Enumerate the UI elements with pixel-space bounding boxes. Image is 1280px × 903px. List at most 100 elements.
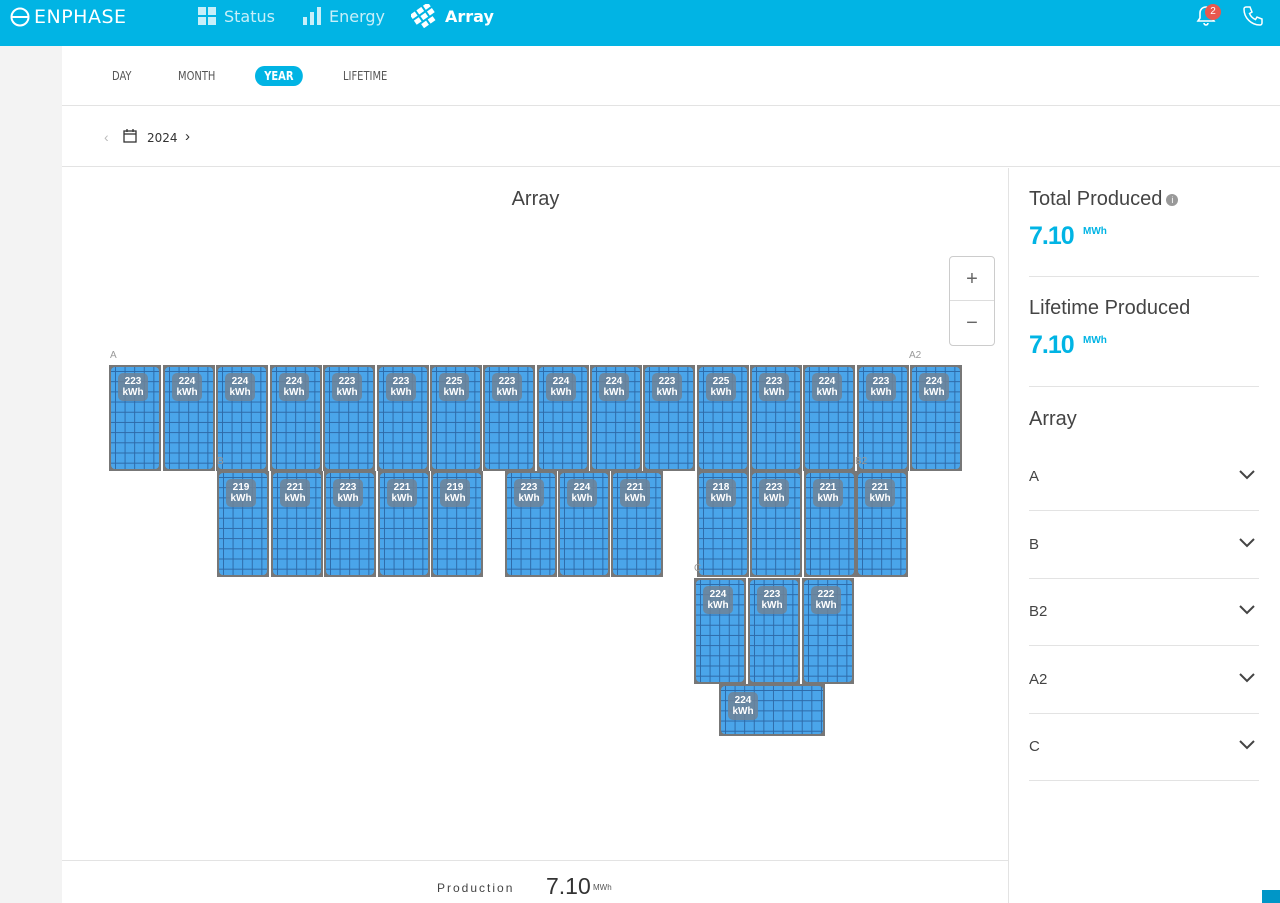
- panel-production-label: 221 kWh: [865, 479, 895, 507]
- tab-year[interactable]: YEAR: [255, 66, 303, 86]
- panel-unit: kWh: [550, 387, 572, 398]
- solar-panel[interactable]: 223 kWh: [377, 365, 429, 471]
- tab-day[interactable]: DAY: [112, 66, 131, 86]
- panel-value: 224: [818, 376, 836, 387]
- array-group-name: B: [1029, 535, 1040, 553]
- date-navigator: ‹ 2024 ›: [62, 107, 1280, 167]
- panel-production-label: 223 kWh: [514, 479, 544, 507]
- panel-surface: 224 kWh: [721, 686, 823, 734]
- solar-panel[interactable]: 224 kWh: [537, 365, 589, 471]
- solar-panel[interactable]: 225 kWh: [430, 365, 482, 471]
- panel-production-label: 221 kWh: [813, 479, 843, 507]
- solar-panel[interactable]: 223 kWh: [109, 365, 161, 471]
- panel-value: 223: [338, 376, 356, 387]
- solar-panel[interactable]: 223 kWh: [748, 578, 800, 684]
- enphase-logo[interactable]: ENPHASE: [10, 6, 127, 28]
- lifetime-produced-unit: MWh: [1083, 335, 1107, 346]
- solar-panel[interactable]: 223 kWh: [323, 365, 375, 471]
- top-bar: ENPHASE Status Energy Array 2: [0, 0, 1280, 46]
- panel-unit: kWh: [230, 493, 252, 504]
- panel-value: 224: [709, 589, 727, 600]
- solar-panel[interactable]: 219 kWh: [217, 471, 269, 577]
- nav-energy[interactable]: Energy: [303, 5, 385, 27]
- panel-production-label: 224 kWh: [546, 373, 576, 401]
- panel-production-label: 223 kWh: [757, 586, 787, 614]
- panel-unit: kWh: [923, 387, 945, 398]
- solar-panel[interactable]: 221 kWh: [804, 471, 856, 577]
- solar-panel[interactable]: 224 kWh: [694, 578, 746, 684]
- production-value: 7.10: [546, 873, 591, 899]
- array-group-item[interactable]: B: [1029, 512, 1259, 579]
- array-group-item[interactable]: C: [1029, 714, 1259, 781]
- panel-unit: kWh: [122, 387, 144, 398]
- solar-panel[interactable]: 224 kWh: [803, 365, 855, 471]
- panel-unit: kWh: [763, 493, 785, 504]
- panel-unit: kWh: [283, 387, 305, 398]
- solar-panel[interactable]: 223 kWh: [750, 471, 802, 577]
- solar-panel[interactable]: 222 kWh: [802, 578, 854, 684]
- panel-unit: kWh: [815, 600, 837, 611]
- array-group-item[interactable]: A2: [1029, 647, 1259, 714]
- array-list-title: Array: [1029, 408, 1077, 430]
- solar-panel[interactable]: 223 kWh: [505, 471, 557, 577]
- solar-panel[interactable]: 221 kWh: [378, 471, 430, 577]
- array-group-item[interactable]: B2: [1029, 579, 1259, 646]
- panel-unit: kWh: [571, 493, 593, 504]
- solar-panel[interactable]: 223 kWh: [483, 365, 535, 471]
- tab-lifetime[interactable]: LIFETIME: [343, 66, 387, 86]
- solar-panel[interactable]: 224 kWh: [558, 471, 610, 577]
- solar-panel[interactable]: 224 kWh: [719, 684, 825, 736]
- panel-production-label: 224 kWh: [919, 373, 949, 401]
- panel-surface: 221 kWh: [613, 473, 661, 575]
- panel-value: 222: [817, 589, 835, 600]
- solar-panel[interactable]: 221 kWh: [611, 471, 663, 577]
- calendar-icon[interactable]: [123, 129, 137, 143]
- zoom-out-button[interactable]: −: [950, 301, 994, 345]
- solar-panel[interactable]: 224 kWh: [163, 365, 215, 471]
- solar-panel[interactable]: 225 kWh: [697, 365, 749, 471]
- array-group-item[interactable]: A: [1029, 444, 1259, 511]
- zoom-in-button[interactable]: +: [950, 257, 994, 301]
- panel-production-label: 224 kWh: [812, 373, 842, 401]
- panel-production-label: 224 kWh: [225, 373, 255, 401]
- solar-panel[interactable]: 218 kWh: [697, 471, 749, 577]
- total-produced-unit: MWh: [1083, 226, 1107, 237]
- solar-panel[interactable]: 224 kWh: [270, 365, 322, 471]
- chevron-left-icon[interactable]: ‹: [104, 129, 109, 145]
- panel-unit: kWh: [176, 387, 198, 398]
- panel-unit: kWh: [732, 706, 754, 717]
- solar-panel[interactable]: 221 kWh: [271, 471, 323, 577]
- nav-status[interactable]: Status: [198, 5, 275, 27]
- panel-production-label: 221 kWh: [620, 479, 650, 507]
- panel-surface: 223 kWh: [326, 473, 374, 575]
- phone-icon[interactable]: [1241, 4, 1265, 28]
- array-title: Array: [511, 188, 560, 210]
- scroll-handle[interactable]: [1262, 890, 1280, 903]
- date-year[interactable]: 2024: [147, 131, 178, 145]
- chevron-down-icon: [1239, 740, 1255, 750]
- panel-value: 224: [925, 376, 943, 387]
- panel-surface: 221 kWh: [273, 473, 321, 575]
- panel-surface: 223 kWh: [507, 473, 555, 575]
- panel-unit: kWh: [761, 600, 783, 611]
- solar-panel[interactable]: 223 kWh: [324, 471, 376, 577]
- nav-array[interactable]: Array: [411, 4, 494, 28]
- info-icon[interactable]: i: [1166, 193, 1179, 206]
- panel-unit: kWh: [496, 387, 518, 398]
- nav-array-label: Array: [445, 6, 494, 26]
- chevron-right-icon[interactable]: ›: [185, 128, 190, 145]
- array-group-name: A2: [1029, 670, 1048, 688]
- solar-panel[interactable]: 223 kWh: [643, 365, 695, 471]
- solar-panel[interactable]: 221 kWh: [856, 471, 908, 577]
- panel-surface: 224 kWh: [218, 367, 266, 469]
- panel-production-label: 223 kWh: [866, 373, 896, 401]
- solar-panel[interactable]: 219 kWh: [431, 471, 483, 577]
- chevron-down-icon: [1239, 470, 1255, 480]
- tab-month[interactable]: MONTH: [178, 66, 215, 86]
- solar-panel[interactable]: 223 kWh: [750, 365, 802, 471]
- solar-panel[interactable]: 224 kWh: [590, 365, 642, 471]
- panel-surface: 223 kWh: [750, 580, 798, 682]
- solar-panel[interactable]: 224 kWh: [910, 365, 962, 471]
- panel-production-label: 223 kWh: [118, 373, 148, 401]
- panel-surface: 225 kWh: [699, 367, 747, 469]
